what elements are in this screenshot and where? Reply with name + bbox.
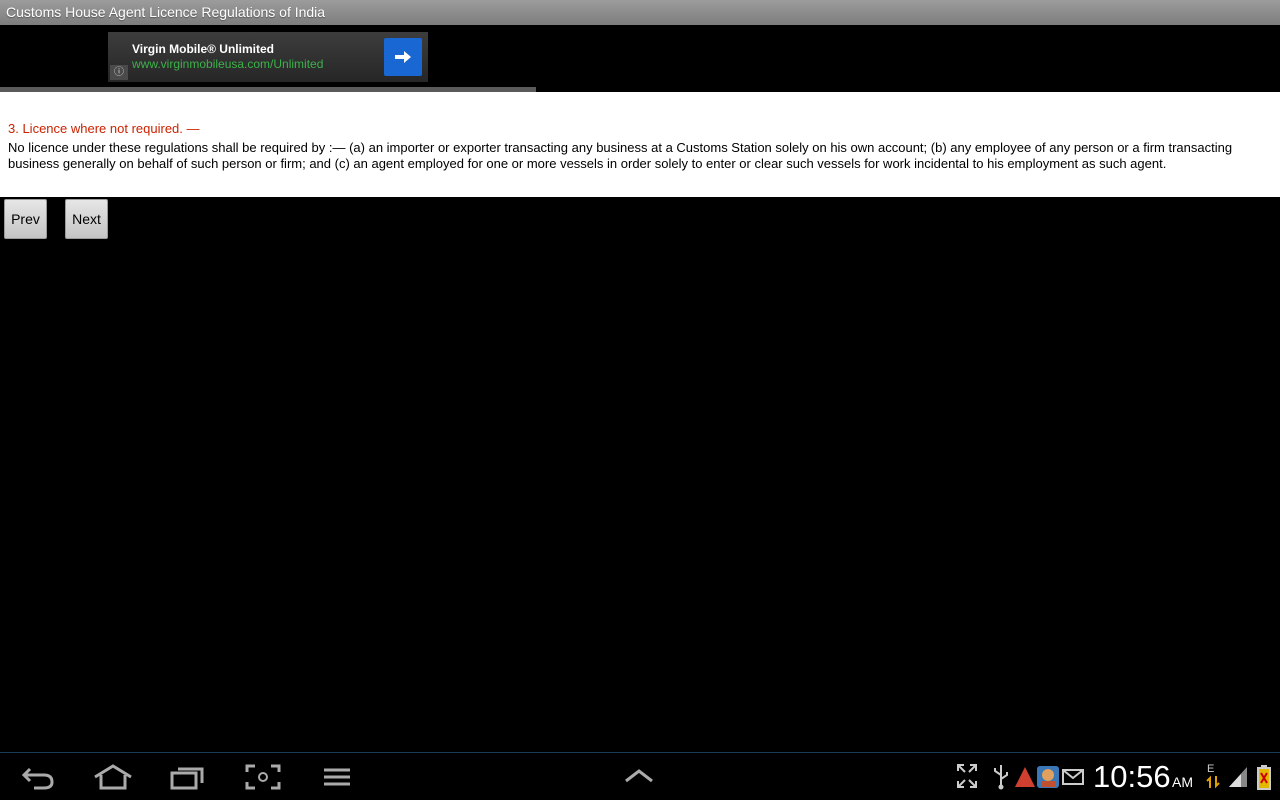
ad-title[interactable]: Virgin Mobile® Unlimited <box>132 42 274 56</box>
ad-url[interactable]: www.virginmobileusa.com/Unlimited <box>132 57 323 71</box>
section-heading: 3. Licence where not required. — <box>8 121 200 136</box>
usb-icon <box>994 765 1008 790</box>
arrow-right-icon[interactable] <box>384 38 422 76</box>
app-title-bar: Customs House Agent Licence Regulations … <box>0 0 1280 25</box>
regulation-content: 3. Licence where not required. — No lice… <box>0 92 1280 197</box>
expand-icon[interactable] <box>956 763 978 791</box>
chevron-up-icon[interactable] <box>622 763 656 791</box>
status-ampm: AM <box>1172 774 1193 790</box>
home-icon[interactable] <box>92 763 134 791</box>
info-icon[interactable]: ⓘ <box>110 65 128 80</box>
status-clock: 10:56 <box>1093 759 1171 794</box>
ad-area: Virgin Mobile® Unlimited www.virginmobil… <box>0 25 536 92</box>
prev-button[interactable]: Prev <box>4 199 47 239</box>
back-icon[interactable] <box>20 763 56 791</box>
section-body: No licence under these regulations shall… <box>8 140 1233 171</box>
recent-apps-icon[interactable] <box>168 763 208 791</box>
screenshot-icon[interactable] <box>244 763 282 791</box>
app-notification-icon <box>1037 766 1059 788</box>
menu-icon[interactable] <box>322 763 352 791</box>
email-icon <box>1062 769 1084 785</box>
network-type: E <box>1207 763 1215 775</box>
next-button[interactable]: Next <box>65 199 108 239</box>
data-transfer-icon <box>1206 775 1220 789</box>
app-title: Customs House Agent Licence Regulations … <box>6 4 326 20</box>
ad-banner[interactable]: Virgin Mobile® Unlimited www.virginmobil… <box>108 32 428 82</box>
warning-icon <box>1015 767 1035 787</box>
system-navigation-bar: 10:56 AM E <box>0 752 1280 800</box>
battery-icon <box>1257 765 1271 790</box>
signal-strength-icon <box>1229 767 1247 787</box>
